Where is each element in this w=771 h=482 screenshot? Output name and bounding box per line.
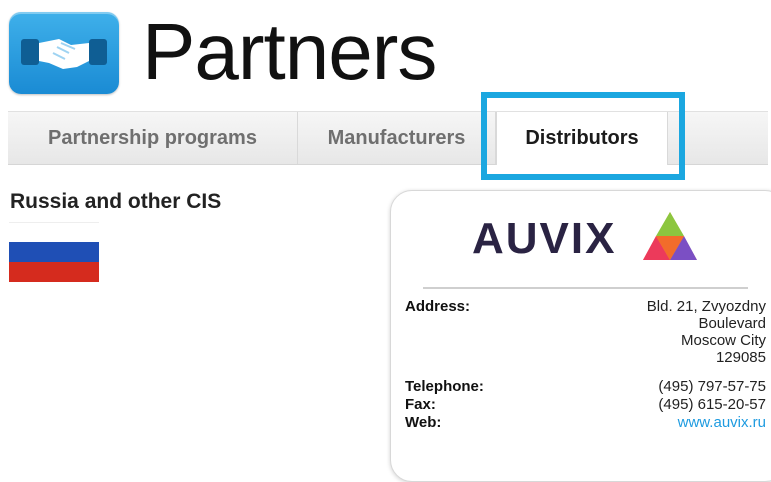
fax-value: (495) 615-20-57	[658, 396, 766, 413]
auvix-logo-icon	[643, 212, 697, 260]
web-link[interactable]: www.auvix.ru	[678, 414, 766, 431]
page-title: Partners	[142, 7, 437, 96]
tab-manufacturers[interactable]: Manufacturers	[298, 112, 496, 164]
fax-label: Fax:	[405, 396, 436, 413]
card-divider	[423, 287, 748, 289]
address-line-2: Boulevard	[698, 315, 766, 332]
russia-flag-icon	[9, 222, 99, 282]
address-line-4: 129085	[715, 349, 766, 366]
address-line-3: Moscow City	[680, 332, 766, 349]
tab-bar: Partnership programs Manufacturers Distr…	[8, 111, 768, 165]
telephone-label: Telephone:	[405, 378, 484, 395]
tab-partnership-programs[interactable]: Partnership programs	[8, 112, 298, 164]
region-title: Russia and other CIS	[10, 190, 222, 213]
web-label: Web:	[405, 414, 442, 431]
auvix-logo-text: AUVIX	[472, 214, 617, 263]
address-line-1: Bld. 21, Zvyozdny	[646, 298, 766, 315]
address-value: Bld. 21, Zvyozdny Boulevard Moscow City …	[596, 298, 766, 366]
handshake-icon	[21, 39, 107, 69]
tab-distributors[interactable]: Distributors	[496, 112, 668, 165]
address-label: Address:	[405, 298, 471, 315]
partners-logo	[9, 12, 119, 94]
telephone-value: (495) 797-57-75	[658, 378, 766, 395]
